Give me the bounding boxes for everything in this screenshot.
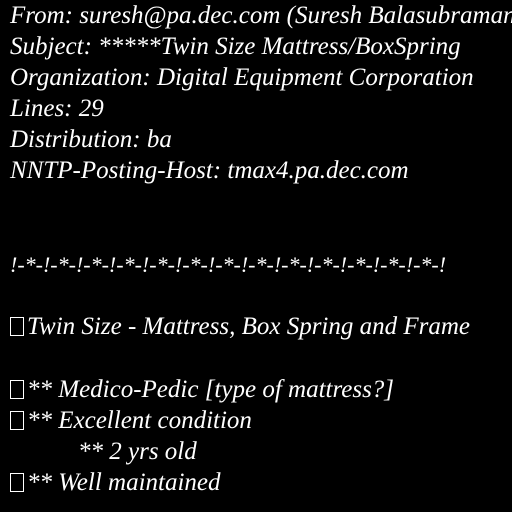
list-item-text: ** Excellent condition	[27, 407, 252, 434]
message-document: From: suresh@pa.dec.com (Suresh Balasubr…	[0, 0, 512, 512]
header-nntp-posting-host: NNTP-Posting-Host: tmax4.pa.dec.com	[10, 157, 409, 184]
header-distribution: Distribution: ba	[10, 126, 172, 153]
separator-line: !-*-!-*-!-*-!-*-!-*-!-*-!-*-!-*-!-*-!-*-…	[10, 252, 447, 277]
header-from: From: suresh@pa.dec.com (Suresh Balasubr…	[10, 2, 512, 29]
header-organization: Organization: Digital Equipment Corporat…	[10, 64, 474, 91]
missing-glyph-icon	[10, 411, 24, 430]
listing-title-text: Twin Size - Mattress, Box Spring and Fra…	[27, 313, 471, 340]
listing-title: Twin Size - Mattress, Box Spring and Fra…	[10, 311, 470, 342]
missing-glyph-icon	[10, 380, 24, 399]
missing-glyph-icon	[10, 317, 24, 336]
list-item: ** Excellent condition	[10, 405, 252, 436]
list-item: ** Medico-Pedic [type of mattress?]	[10, 374, 394, 405]
list-item: ** 2 yrs old	[78, 436, 197, 467]
header-lines: Lines: 29	[10, 95, 104, 122]
list-item: ** Well maintained	[10, 467, 221, 498]
list-item-text: ** Medico-Pedic [type of mattress?]	[27, 376, 395, 403]
list-item-text: ** 2 yrs old	[78, 438, 197, 465]
list-item-text: ** Well maintained	[27, 469, 221, 496]
missing-glyph-icon	[10, 473, 24, 492]
header-subject: Subject: *****Twin Size Mattress/BoxSpri…	[10, 33, 461, 60]
